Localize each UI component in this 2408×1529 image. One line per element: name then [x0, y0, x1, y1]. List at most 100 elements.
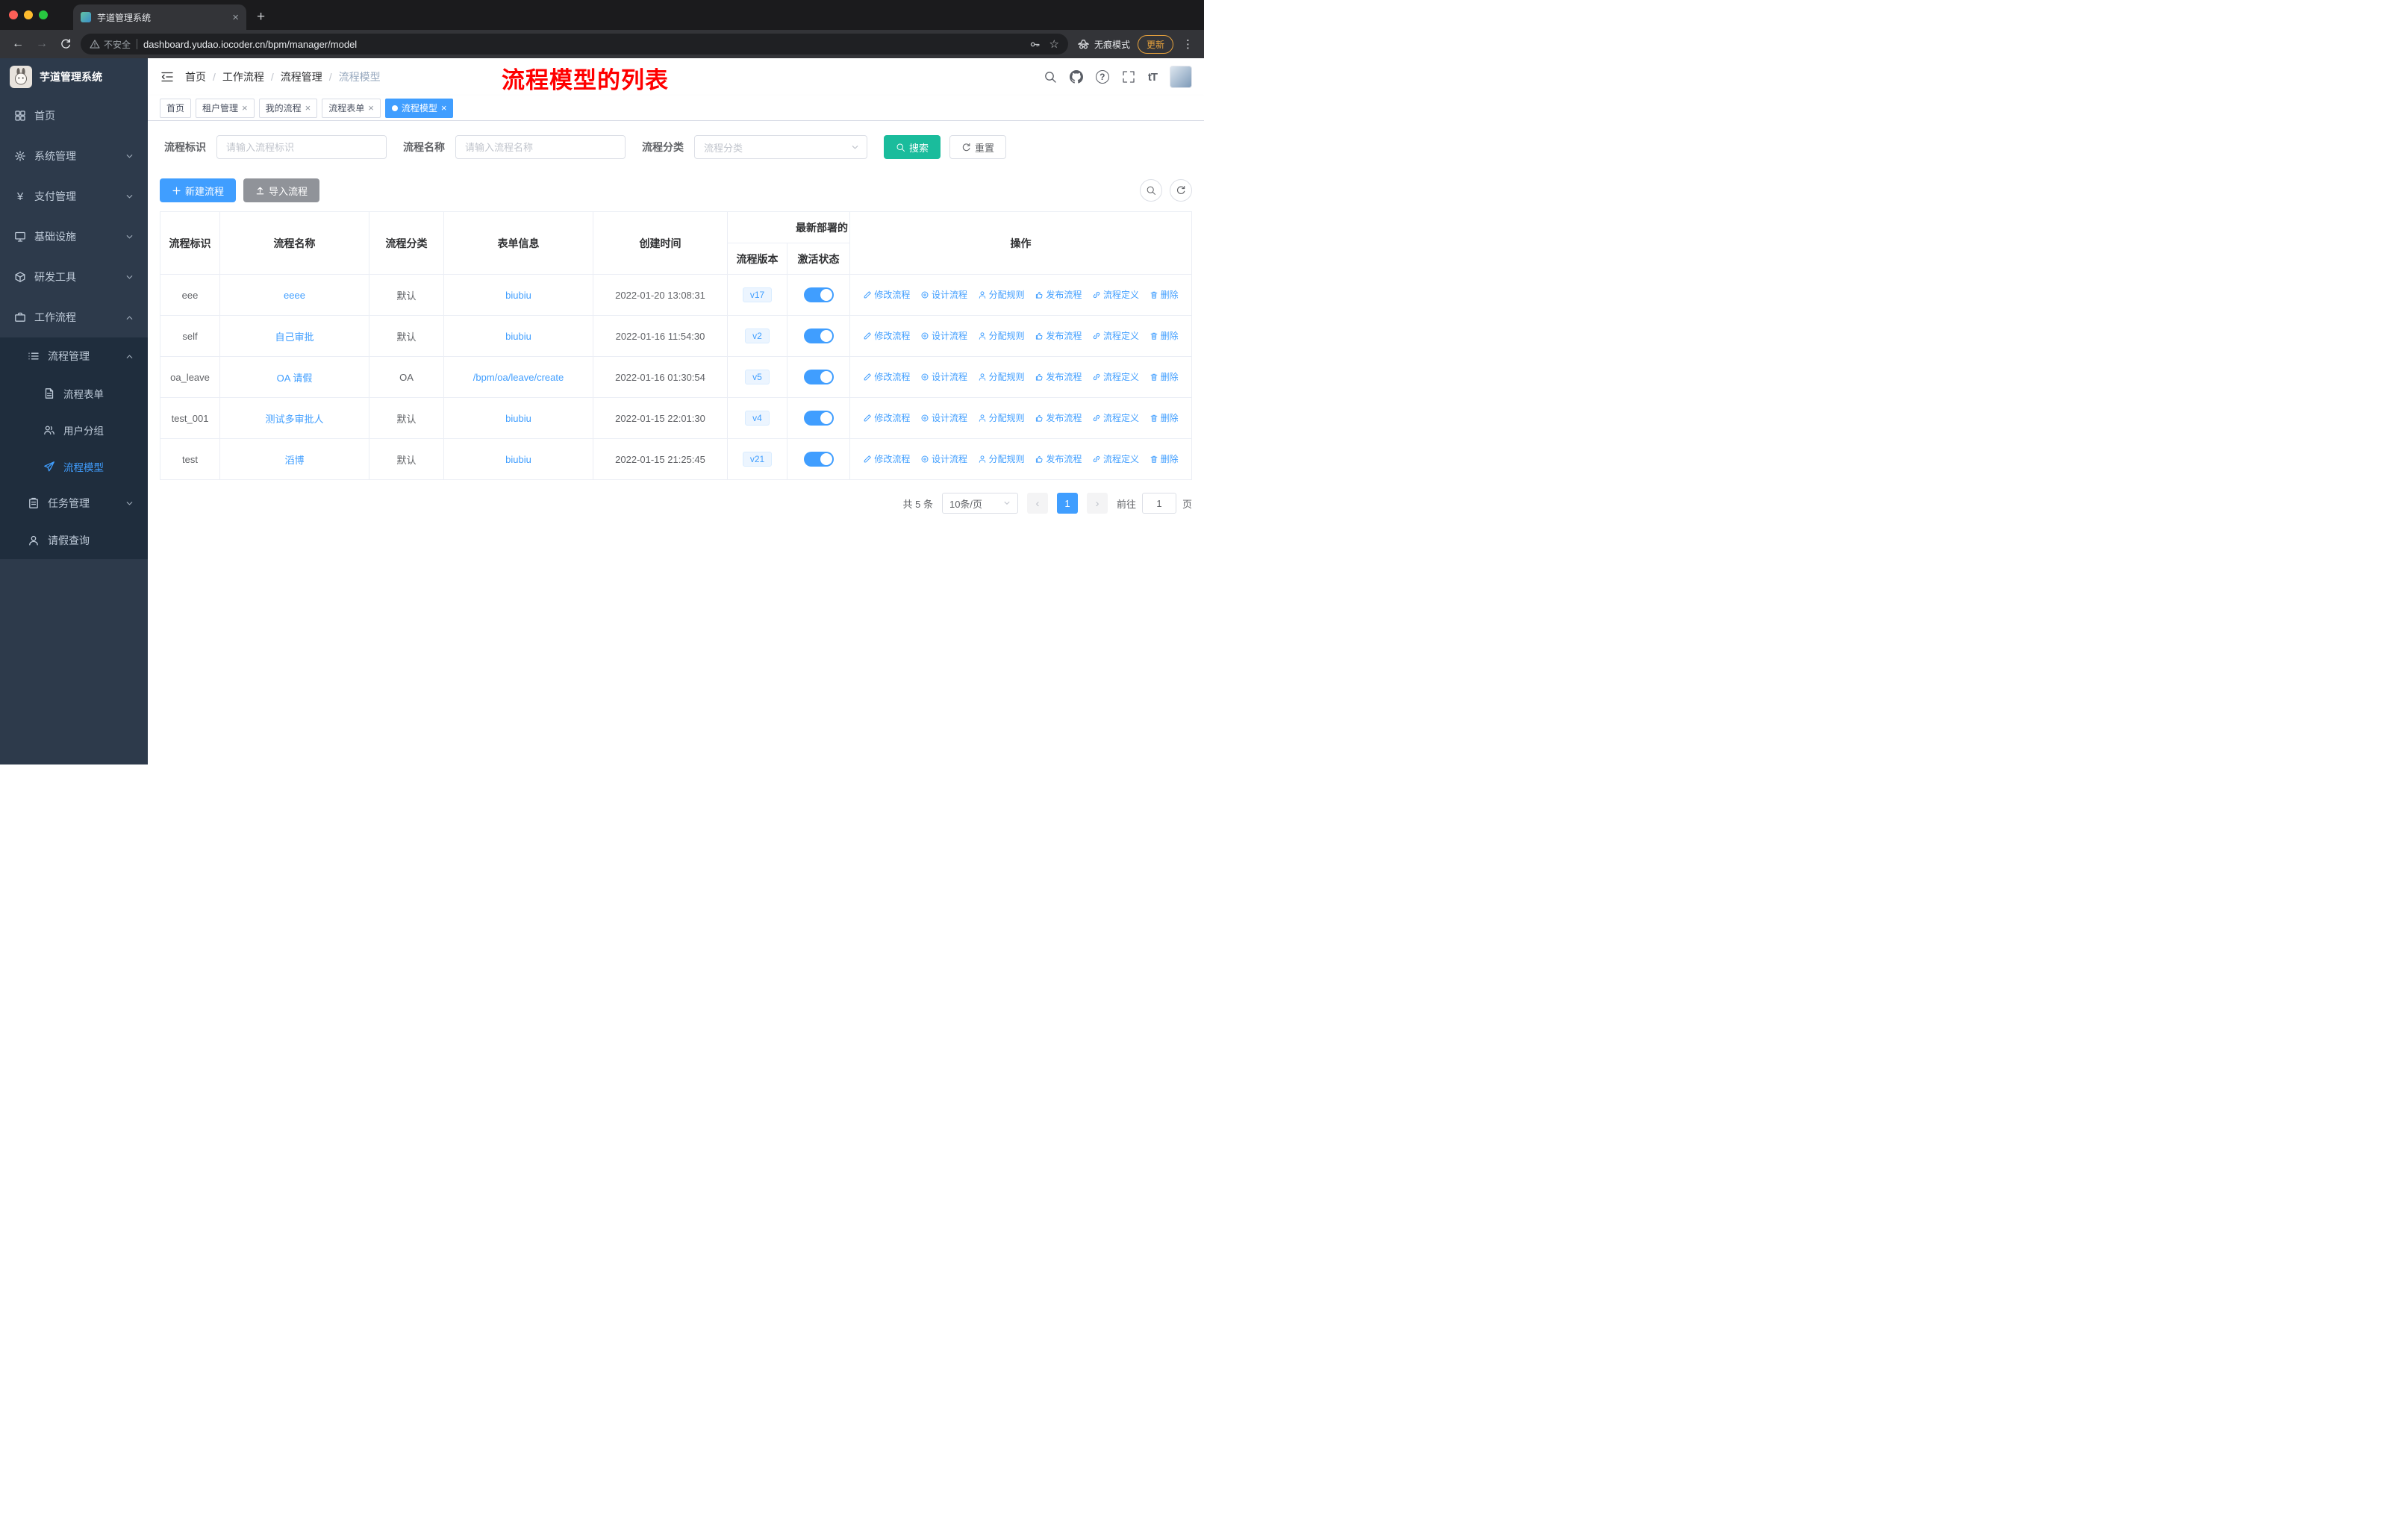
bookmark-star-icon[interactable]: ☆ [1049, 39, 1059, 50]
form-info-link[interactable]: biubiu [505, 454, 531, 465]
process-name-link[interactable]: 测试多审批人 [265, 414, 323, 425]
user-avatar[interactable] [1170, 66, 1192, 88]
sidebar-item-devtools[interactable]: 研发工具 [0, 257, 148, 297]
active-toggle[interactable] [803, 452, 834, 467]
action-process-definition[interactable]: 流程定义 [1092, 370, 1139, 383]
action-assign-rules[interactable]: 分配规则 [978, 452, 1025, 465]
reload-button[interactable] [57, 38, 75, 51]
tag-close-icon[interactable]: × [305, 103, 311, 113]
action-edit-process[interactable]: 修改流程 [863, 288, 910, 301]
next-page-button[interactable]: › [1086, 493, 1108, 514]
process-name-link[interactable]: 滔博 [284, 455, 304, 466]
action-process-definition[interactable]: 流程定义 [1092, 329, 1139, 342]
action-publish-process[interactable]: 发布流程 [1035, 329, 1082, 342]
action-delete[interactable]: 删除 [1150, 288, 1179, 301]
goto-page-input[interactable] [1141, 493, 1176, 514]
breadcrumb-process-mgmt[interactable]: 流程管理 [281, 69, 322, 84]
sidebar-item-home[interactable]: 首页 [0, 96, 148, 136]
new-tab-button[interactable]: + [246, 4, 275, 30]
sidebar-item-process-form[interactable]: 流程表单 [0, 375, 148, 411]
reset-button[interactable]: 重置 [949, 135, 1007, 159]
version-tag[interactable]: v21 [742, 452, 773, 467]
active-toggle[interactable] [803, 411, 834, 426]
version-tag[interactable]: v5 [745, 370, 770, 384]
active-toggle[interactable] [803, 328, 834, 343]
forward-button[interactable]: → [33, 38, 51, 50]
tag-close-icon[interactable]: × [368, 103, 374, 113]
action-edit-process[interactable]: 修改流程 [863, 452, 910, 465]
version-tag[interactable]: v4 [745, 411, 770, 426]
sidebar-item-infra[interactable]: 基础设施 [0, 217, 148, 257]
action-design-process[interactable]: 设计流程 [920, 288, 967, 301]
action-edit-process[interactable]: 修改流程 [863, 329, 910, 342]
action-publish-process[interactable]: 发布流程 [1035, 370, 1082, 383]
address-bar[interactable]: 不安全 dashboard.yudao.iocoder.cn/bpm/manag… [81, 34, 1068, 55]
action-publish-process[interactable]: 发布流程 [1035, 452, 1082, 465]
category-select[interactable]: 流程分类 [694, 135, 867, 159]
toggle-search-button[interactable] [1140, 179, 1162, 202]
search-button[interactable]: 搜索 [884, 135, 941, 159]
security-chip[interactable]: 不安全 [90, 38, 131, 51]
sidebar-item-workflow[interactable]: 工作流程 [0, 297, 148, 337]
current-page-button[interactable]: 1 [1056, 493, 1078, 514]
sidebar-item-process-mgmt[interactable]: 流程管理 [0, 337, 148, 375]
sidebar-fold-icon[interactable] [160, 69, 175, 84]
tag-process-form[interactable]: 流程表单 × [322, 98, 381, 118]
tag-close-icon[interactable]: × [441, 103, 447, 113]
process-id-input[interactable] [216, 135, 387, 159]
minimize-window-button[interactable] [24, 10, 33, 19]
action-edit-process[interactable]: 修改流程 [863, 411, 910, 424]
search-icon[interactable] [1044, 70, 1057, 84]
action-process-definition[interactable]: 流程定义 [1092, 452, 1139, 465]
fullscreen-icon[interactable] [1122, 70, 1135, 84]
font-size-icon[interactable]: tT [1148, 71, 1158, 84]
page-size-select[interactable]: 10条/页 [941, 493, 1018, 514]
sidebar-item-process-model[interactable]: 流程模型 [0, 448, 148, 485]
refresh-table-button[interactable] [1170, 179, 1192, 202]
github-icon[interactable] [1069, 70, 1083, 84]
action-publish-process[interactable]: 发布流程 [1035, 411, 1082, 424]
action-design-process[interactable]: 设计流程 [920, 370, 967, 383]
help-icon[interactable]: ? [1095, 70, 1109, 84]
password-key-icon[interactable] [1029, 39, 1041, 50]
process-name-input[interactable] [455, 135, 626, 159]
action-process-definition[interactable]: 流程定义 [1092, 411, 1139, 424]
process-name-link[interactable]: 自己审批 [275, 331, 314, 343]
breadcrumb-workflow[interactable]: 工作流程 [222, 69, 264, 84]
tag-tenant-mgmt[interactable]: 租户管理 × [196, 98, 255, 118]
active-toggle[interactable] [803, 370, 834, 384]
form-info-link[interactable]: biubiu [505, 290, 531, 301]
version-tag[interactable]: v2 [745, 328, 770, 343]
breadcrumb-home[interactable]: 首页 [185, 69, 206, 84]
action-assign-rules[interactable]: 分配规则 [978, 288, 1025, 301]
tag-close-icon[interactable]: × [242, 103, 248, 113]
import-process-button[interactable]: 导入流程 [243, 178, 320, 202]
action-delete[interactable]: 删除 [1150, 329, 1179, 342]
tag-my-process[interactable]: 我的流程 × [258, 98, 318, 118]
action-design-process[interactable]: 设计流程 [920, 411, 967, 424]
sidebar-item-system[interactable]: 系统管理 [0, 136, 148, 176]
action-assign-rules[interactable]: 分配规则 [978, 329, 1025, 342]
form-info-link[interactable]: biubiu [505, 413, 531, 424]
action-delete[interactable]: 删除 [1150, 370, 1179, 383]
action-publish-process[interactable]: 发布流程 [1035, 288, 1082, 301]
active-toggle[interactable] [803, 287, 834, 302]
action-edit-process[interactable]: 修改流程 [863, 370, 910, 383]
process-name-link[interactable]: eeee [284, 290, 305, 301]
action-delete[interactable]: 删除 [1150, 452, 1179, 465]
action-assign-rules[interactable]: 分配规则 [978, 411, 1025, 424]
sidebar-item-user-group[interactable]: 用户分组 [0, 411, 148, 448]
form-info-link[interactable]: /bpm/oa/leave/create [473, 372, 564, 383]
close-window-button[interactable] [9, 10, 18, 19]
zoom-window-button[interactable] [39, 10, 48, 19]
action-design-process[interactable]: 设计流程 [920, 452, 967, 465]
update-button[interactable]: 更新 [1137, 34, 1173, 54]
tag-process-model[interactable]: 流程模型 × [384, 98, 454, 118]
action-design-process[interactable]: 设计流程 [920, 329, 967, 342]
browser-menu-icon[interactable]: ⋮ [1181, 37, 1195, 51]
form-info-link[interactable]: biubiu [505, 331, 531, 342]
back-button[interactable]: ← [9, 38, 27, 50]
sidebar-item-pay[interactable]: ¥ 支付管理 [0, 176, 148, 217]
sidebar-item-task-mgmt[interactable]: 任务管理 [0, 485, 148, 522]
tab-close-icon[interactable]: × [232, 12, 239, 23]
